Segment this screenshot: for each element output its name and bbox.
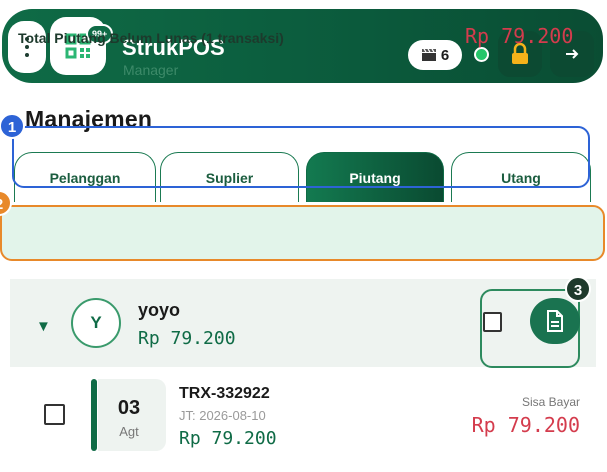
transaction-select-checkbox[interactable] [44, 404, 65, 425]
annotation-badge-3: 3 [565, 276, 591, 302]
online-status-dot [474, 47, 489, 62]
queue-count: 6 [440, 46, 450, 64]
document-button[interactable] [530, 298, 580, 344]
customer-amount: Rp 79.200 [138, 328, 236, 349]
transaction-id[interactable]: TRX-332922 [179, 385, 270, 403]
total-receivable-amount: Rp 79.200 [465, 24, 574, 48]
user-role: Manager [123, 62, 179, 78]
avatar: Y [71, 298, 121, 348]
annotation-badge-1: 1 [0, 113, 25, 139]
menu-button[interactable] [8, 21, 46, 73]
transaction-amount: Rp 79.200 [179, 428, 277, 449]
total-receivable-label: Total Piutang Belum Lunas (1 transaksi) [18, 30, 284, 46]
logout-icon [566, 49, 579, 59]
document-icon [547, 310, 563, 332]
queue-counter[interactable]: 6 [408, 40, 462, 70]
tabs-highlight-box [12, 126, 590, 188]
transaction-due-date: JT: 2026-08-10 [179, 408, 266, 423]
customer-select-checkbox[interactable] [483, 312, 502, 332]
remaining-label: Sisa Bayar [521, 395, 580, 409]
total-receivable-bar [0, 205, 605, 261]
transaction-month: Agt [119, 424, 139, 439]
remaining-amount: Rp 79.200 [471, 413, 580, 437]
transaction-status-strip [91, 379, 97, 451]
customer-name: yoyo [138, 300, 181, 320]
chevron-down-icon[interactable]: ▼ [36, 318, 51, 335]
transaction-day: 03 [117, 397, 141, 419]
clapperboard-icon [421, 48, 436, 61]
